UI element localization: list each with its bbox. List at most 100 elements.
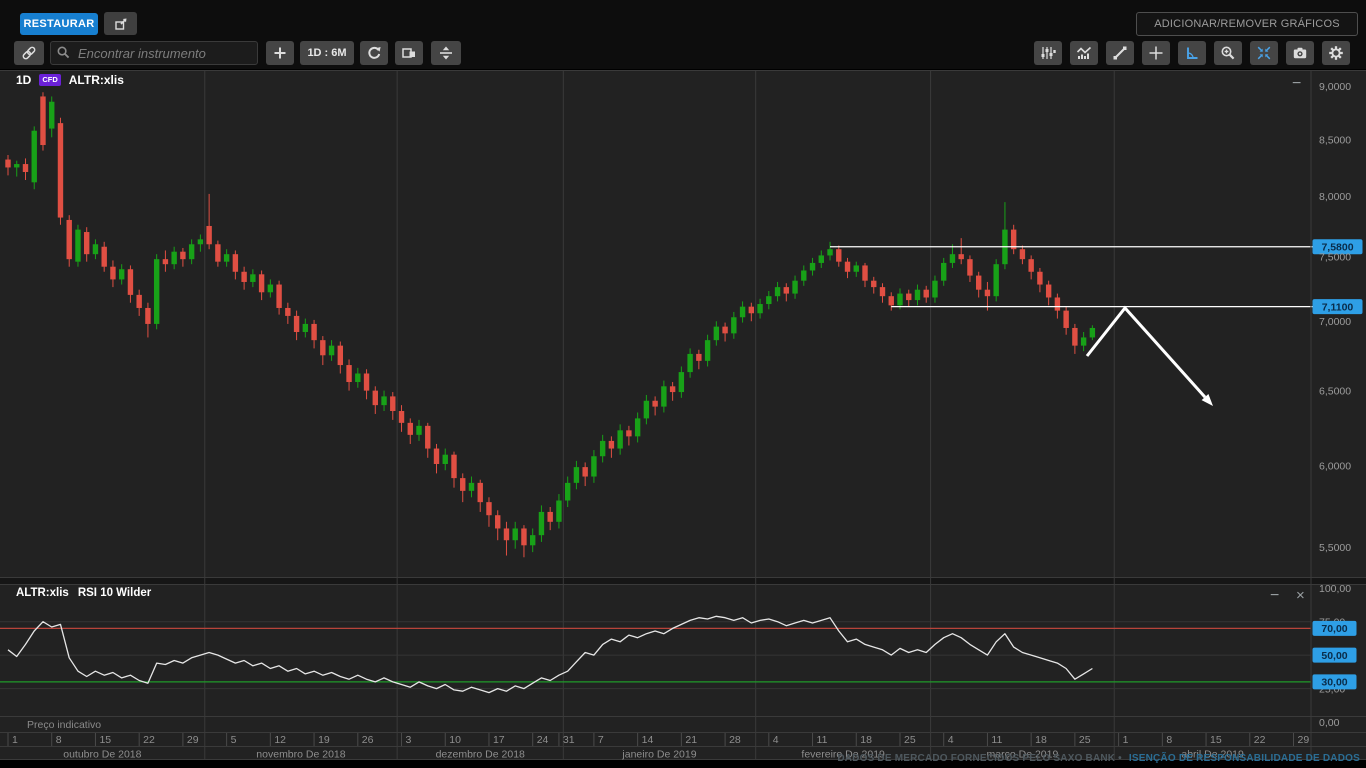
search-input[interactable]	[50, 41, 258, 65]
candle-body	[547, 512, 552, 522]
day-tick-label: 4	[948, 734, 954, 746]
candle-body	[180, 252, 185, 259]
day-tick-label: 15	[99, 734, 111, 746]
settings-button[interactable]	[1322, 41, 1350, 65]
candle-body	[941, 263, 946, 281]
candle-body	[836, 249, 841, 261]
rsi-header: ALTR:xlis RSI 10 Wilder	[16, 587, 151, 599]
candle-body	[679, 372, 684, 392]
candle-body	[285, 308, 290, 316]
candle-body	[635, 418, 640, 436]
link-chart-button[interactable]	[14, 41, 44, 65]
compare-icon	[401, 45, 417, 61]
rsi-axis-label: 0,00	[1319, 717, 1340, 729]
candle-body	[399, 411, 404, 423]
indicative-price-label: Preço indicativo	[27, 719, 101, 731]
candle-body	[565, 483, 570, 501]
minimize-chart-button[interactable]: −	[1292, 76, 1301, 92]
crosshair-button[interactable]	[1142, 41, 1170, 65]
day-tick-label: 15	[1210, 734, 1222, 746]
chart-type-icon	[1076, 45, 1092, 61]
candle-body	[827, 249, 832, 255]
candle-body	[985, 290, 990, 296]
candle-body	[1028, 259, 1033, 272]
top-bar: RESTAURAR ADICIONAR/REMOVER GRÁFICOS	[0, 0, 1366, 38]
candle-body	[259, 274, 264, 292]
screenshot-button[interactable]	[1286, 41, 1314, 65]
candle-body	[364, 373, 369, 390]
day-tick-label: 29	[1298, 734, 1310, 746]
chart-symbol: ALTR:xlis	[69, 73, 124, 87]
day-tick-label: 24	[537, 734, 549, 746]
candle-body	[513, 528, 518, 540]
crosshair-icon	[1148, 45, 1164, 61]
candle-body	[784, 287, 789, 293]
candle-body	[862, 265, 867, 280]
level-price-text: 7,1100	[1322, 301, 1354, 313]
disclaimer-text: DADOS DE MERCADO FORNECIDOS PELO SAXO BA…	[837, 753, 1122, 764]
chart-canvas[interactable]: 7,58007,11009,00008,50008,00007,50007,00…	[0, 70, 1366, 760]
restore-button[interactable]: RESTAURAR	[20, 13, 98, 35]
candle-body	[408, 423, 413, 435]
compare-view-button[interactable]	[395, 41, 423, 65]
candle-body	[801, 270, 806, 280]
candle-body	[880, 287, 885, 296]
candle-body	[845, 262, 850, 272]
candle-body	[40, 96, 45, 145]
disclaimer-link[interactable]: ISENÇÃO DE RESPONSABILIDADE DE DADOS	[1129, 753, 1360, 764]
candle-body	[670, 386, 675, 392]
zoom-in-button[interactable]	[1214, 41, 1242, 65]
fit-screen-button[interactable]	[1250, 41, 1278, 65]
candle-body	[591, 456, 596, 476]
candle-body	[582, 467, 587, 476]
add-instrument-button[interactable]	[266, 41, 294, 65]
refresh-button[interactable]	[360, 41, 388, 65]
candle-body	[530, 535, 535, 545]
price-axis-label: 6,5000	[1319, 385, 1351, 397]
close-rsi-button[interactable]: ×	[1296, 588, 1305, 603]
candle-body	[652, 401, 657, 407]
candle-body	[110, 267, 115, 280]
candle-body	[967, 259, 972, 275]
panel-splitter-button[interactable]	[431, 41, 461, 65]
angle-snap-button[interactable]	[1178, 41, 1206, 65]
instrument-search	[50, 41, 258, 65]
candle-body	[959, 254, 964, 259]
candle-body	[609, 441, 614, 449]
rsi-symbol: ALTR:xlis	[16, 587, 69, 599]
indicators-button[interactable]	[1034, 41, 1062, 65]
trading-chart-app: { "topbar": { "restore_label": "RESTAURA…	[0, 0, 1366, 768]
interval-range-button[interactable]: 1D : 6M	[300, 41, 354, 65]
candle-body	[268, 285, 273, 293]
candle-body	[478, 483, 483, 502]
minimize-rsi-button[interactable]: −	[1270, 588, 1279, 604]
candle-body	[993, 264, 998, 296]
candle-body	[915, 290, 920, 300]
candle-body	[766, 296, 771, 304]
add-remove-charts-button[interactable]: ADICIONAR/REMOVER GRÁFICOS	[1136, 12, 1358, 36]
candle-body	[889, 296, 894, 305]
price-axis-label: 6,0000	[1319, 460, 1351, 472]
candle-body	[469, 483, 474, 491]
day-tick-label: 28	[729, 734, 741, 746]
candle-body	[661, 386, 666, 406]
chart-type-button[interactable]	[1070, 41, 1098, 65]
candle-body	[1055, 297, 1060, 310]
price-axis-label: 7,0000	[1319, 316, 1351, 328]
candle-body	[171, 252, 176, 264]
price-axis-label: 9,0000	[1319, 81, 1351, 93]
trendline-tool-button[interactable]	[1106, 41, 1134, 65]
candle-body	[1046, 285, 1051, 298]
candle-body	[705, 340, 710, 361]
rsi-level-text: 30,00	[1321, 677, 1347, 689]
candle-body	[303, 324, 308, 332]
price-axis-label: 7,5000	[1319, 251, 1351, 263]
open-in-window-button[interactable]	[104, 12, 137, 35]
zoom-in-icon	[1220, 45, 1236, 61]
add-icon	[272, 45, 288, 61]
day-tick-label: 19	[318, 734, 330, 746]
rsi-level-text: 70,00	[1321, 623, 1347, 635]
angle-snap-icon	[1184, 45, 1200, 61]
day-tick-label: 4	[773, 734, 779, 746]
day-tick-label: 8	[1166, 734, 1172, 746]
